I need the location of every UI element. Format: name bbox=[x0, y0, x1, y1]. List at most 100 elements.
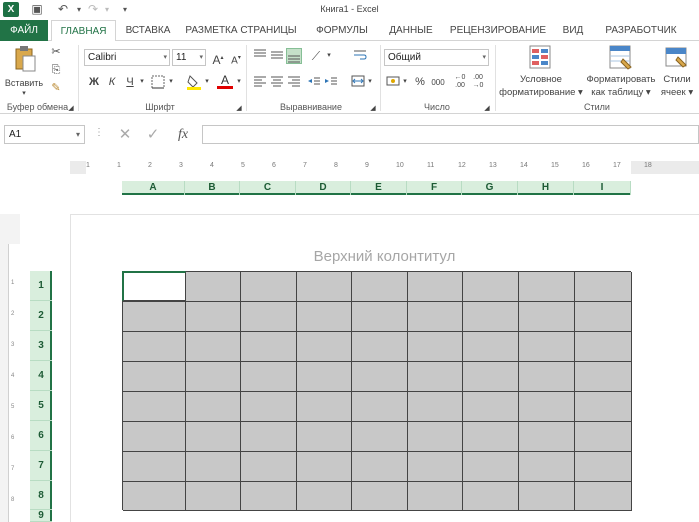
cell-c7[interactable] bbox=[241, 452, 297, 482]
cell-i2[interactable] bbox=[575, 302, 632, 332]
italic-button[interactable]: К bbox=[104, 74, 120, 90]
cell-e8[interactable] bbox=[352, 482, 408, 511]
font-color-button[interactable]: A bbox=[217, 72, 233, 89]
borders-dropdown-icon[interactable]: ▾ bbox=[166, 74, 176, 90]
paste-button[interactable]: Вставить ▾ bbox=[4, 45, 44, 97]
column-header-i[interactable]: I bbox=[574, 181, 631, 195]
align-left-icon[interactable] bbox=[252, 74, 268, 90]
cell-g3[interactable] bbox=[463, 332, 519, 362]
merge-center-icon[interactable] bbox=[350, 74, 366, 90]
wrap-text-icon[interactable] bbox=[352, 48, 368, 64]
cell-g1[interactable] bbox=[463, 272, 519, 302]
tab-review[interactable]: РЕЦЕНЗИРОВАНИЕ bbox=[449, 20, 547, 41]
column-header-b[interactable]: B bbox=[185, 181, 240, 195]
cell-i4[interactable] bbox=[575, 362, 632, 392]
tab-insert[interactable]: ВСТАВКА bbox=[123, 20, 173, 41]
fill-color-icon[interactable] bbox=[186, 74, 202, 90]
cell-i6[interactable] bbox=[575, 422, 632, 452]
cell-f2[interactable] bbox=[408, 302, 463, 332]
cell-styles-button[interactable]: Стили ячеек ▾ bbox=[657, 45, 697, 101]
cell-h6[interactable] bbox=[519, 422, 575, 452]
align-middle-icon[interactable] bbox=[269, 48, 285, 64]
tab-data[interactable]: ДАННЫЕ bbox=[386, 20, 436, 41]
cell-e2[interactable] bbox=[352, 302, 408, 332]
cell-c3[interactable] bbox=[241, 332, 297, 362]
cell-a8[interactable] bbox=[123, 482, 186, 511]
font-size-select[interactable]: 11 ▾ bbox=[172, 49, 206, 66]
percent-button[interactable]: % bbox=[412, 74, 428, 90]
font-color-dropdown-icon[interactable]: ▾ bbox=[234, 74, 244, 90]
column-header-a[interactable]: A bbox=[122, 181, 185, 195]
formula-input[interactable] bbox=[202, 125, 699, 144]
cell-i1[interactable] bbox=[575, 272, 632, 302]
cell-g8[interactable] bbox=[463, 482, 519, 511]
decrease-indent-icon[interactable] bbox=[306, 74, 322, 90]
column-header-c[interactable]: C bbox=[240, 181, 296, 195]
orientation-dropdown-icon[interactable]: ▾ bbox=[324, 48, 334, 64]
font-name-select[interactable]: Calibri ▾ bbox=[84, 49, 170, 66]
align-bottom-icon[interactable] bbox=[286, 48, 302, 64]
cell-g5[interactable] bbox=[463, 392, 519, 422]
cell-e3[interactable] bbox=[352, 332, 408, 362]
name-box[interactable]: A1 ▾ bbox=[4, 125, 85, 144]
cell-f4[interactable] bbox=[408, 362, 463, 392]
tab-home[interactable]: ГЛАВНАЯ bbox=[51, 20, 116, 42]
row-header-5[interactable]: 5 bbox=[30, 391, 52, 421]
row-header-4[interactable]: 4 bbox=[30, 361, 52, 391]
cell-h2[interactable] bbox=[519, 302, 575, 332]
active-cell[interactable] bbox=[122, 271, 186, 301]
cell-c4[interactable] bbox=[241, 362, 297, 392]
row-header-2[interactable]: 2 bbox=[30, 301, 52, 331]
increase-indent-icon[interactable] bbox=[323, 74, 339, 90]
tab-page-layout[interactable]: РАЗМЕТКА СТРАНИЦЫ bbox=[185, 20, 297, 41]
grow-font-button[interactable]: A▴ bbox=[210, 50, 226, 67]
column-header-d[interactable]: D bbox=[296, 181, 351, 195]
cell-f8[interactable] bbox=[408, 482, 463, 511]
cell-b5[interactable] bbox=[186, 392, 241, 422]
currency-icon[interactable] bbox=[385, 74, 401, 90]
cell-d6[interactable] bbox=[297, 422, 352, 452]
thousands-button[interactable]: 000 bbox=[428, 75, 448, 91]
insert-function-icon[interactable]: fx bbox=[172, 125, 194, 144]
cell-i8[interactable] bbox=[575, 482, 632, 511]
cell-d5[interactable] bbox=[297, 392, 352, 422]
cell-c8[interactable] bbox=[241, 482, 297, 511]
row-header-8[interactable]: 8 bbox=[30, 481, 52, 510]
cell-g6[interactable] bbox=[463, 422, 519, 452]
cell-b6[interactable] bbox=[186, 422, 241, 452]
cell-f7[interactable] bbox=[408, 452, 463, 482]
page-header-placeholder[interactable]: Верхний колонтитул bbox=[70, 248, 699, 265]
merge-dropdown-icon[interactable]: ▾ bbox=[365, 74, 375, 90]
bold-button[interactable]: Ж bbox=[86, 74, 102, 90]
cell-h5[interactable] bbox=[519, 392, 575, 422]
row-header-1[interactable]: 1 bbox=[30, 271, 52, 301]
currency-dropdown-icon[interactable]: ▾ bbox=[400, 74, 410, 90]
cell-d4[interactable] bbox=[297, 362, 352, 392]
cell-d8[interactable] bbox=[297, 482, 352, 511]
cell-f6[interactable] bbox=[408, 422, 463, 452]
increase-decimal-icon[interactable]: ←0.00 bbox=[452, 74, 468, 90]
decrease-decimal-icon[interactable]: .00 →0 bbox=[470, 74, 486, 90]
row-header-3[interactable]: 3 bbox=[30, 331, 52, 361]
cell-b1[interactable] bbox=[186, 272, 241, 302]
fill-color-dropdown-icon[interactable]: ▾ bbox=[202, 74, 212, 90]
cell-d3[interactable] bbox=[297, 332, 352, 362]
cell-f5[interactable] bbox=[408, 392, 463, 422]
cell-h7[interactable] bbox=[519, 452, 575, 482]
cell-i3[interactable] bbox=[575, 332, 632, 362]
cancel-icon[interactable]: ✕ bbox=[115, 125, 135, 144]
number-format-select[interactable]: Общий ▾ bbox=[384, 49, 489, 66]
row-header-6[interactable]: 6 bbox=[30, 421, 52, 451]
cell-b7[interactable] bbox=[186, 452, 241, 482]
cell-f1[interactable] bbox=[408, 272, 463, 302]
cell-h3[interactable] bbox=[519, 332, 575, 362]
cell-h1[interactable] bbox=[519, 272, 575, 302]
column-header-f[interactable]: F bbox=[407, 181, 462, 195]
cell-d7[interactable] bbox=[297, 452, 352, 482]
cell-d2[interactable] bbox=[297, 302, 352, 332]
tab-developer[interactable]: РАЗРАБОТЧИК bbox=[600, 20, 682, 41]
format-painter-icon[interactable]: ✎ bbox=[48, 80, 64, 96]
cell-e6[interactable] bbox=[352, 422, 408, 452]
cell-g2[interactable] bbox=[463, 302, 519, 332]
enter-icon[interactable]: ✓ bbox=[143, 125, 163, 144]
